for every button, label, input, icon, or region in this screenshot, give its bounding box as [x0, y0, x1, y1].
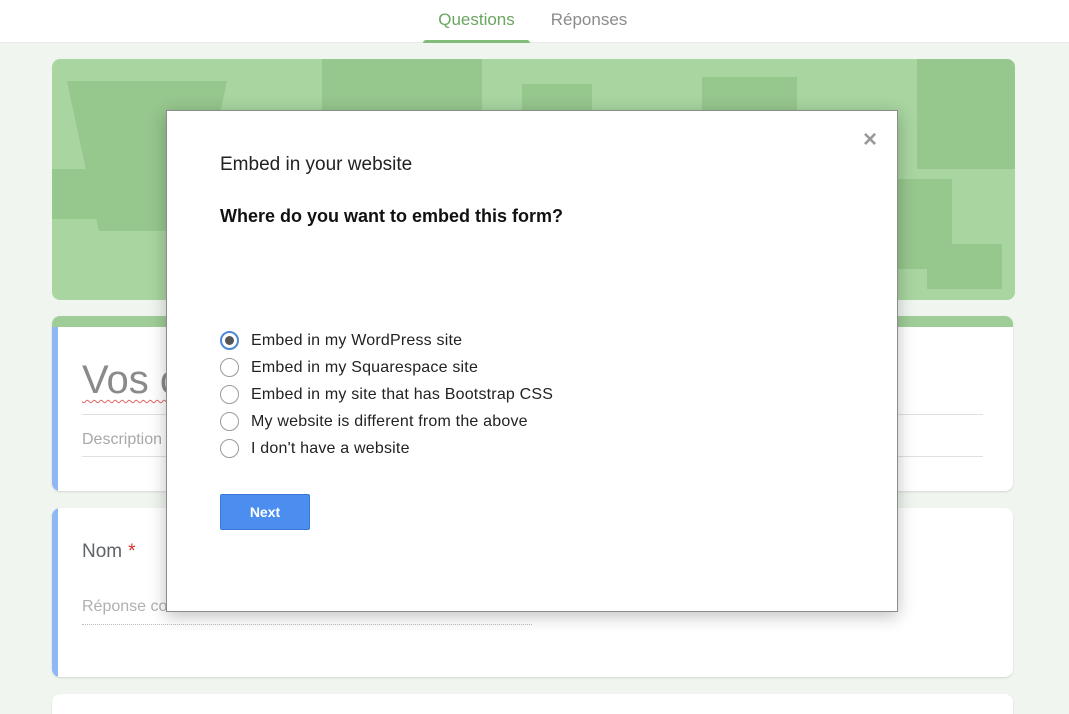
card-focus-stripe	[52, 327, 58, 491]
close-icon[interactable]: ×	[859, 128, 881, 152]
option-label: Embed in my site that has Bootstrap CSS	[251, 385, 554, 403]
option-bootstrap[interactable]: Embed in my site that has Bootstrap CSS	[220, 381, 553, 408]
radio-button[interactable]	[220, 358, 239, 377]
form-description-field[interactable]: Description	[82, 431, 162, 449]
radio-button[interactable]	[220, 439, 239, 458]
question-label-text: Nom	[82, 541, 123, 562]
option-wordpress[interactable]: Embed in my WordPress site	[220, 327, 553, 354]
dialog-title: Embed in your website	[220, 154, 413, 175]
banner-decoration	[52, 169, 132, 219]
question-label: Nom *	[82, 541, 136, 563]
option-label: Embed in my WordPress site	[251, 331, 463, 349]
option-no-website[interactable]: I don't have a website	[220, 435, 553, 462]
next-button[interactable]: Next	[220, 494, 310, 530]
option-squarespace[interactable]: Embed in my Squarespace site	[220, 354, 553, 381]
short-answer-underline	[82, 624, 532, 625]
embed-options: Embed in my WordPress site Embed in my S…	[220, 327, 553, 462]
banner-decoration	[917, 59, 1015, 169]
tab-responses[interactable]: Réponses	[540, 0, 638, 43]
card-focus-stripe	[52, 508, 58, 677]
option-label: Embed in my Squarespace site	[251, 358, 479, 376]
radio-button[interactable]	[220, 412, 239, 431]
dialog-question: Where do you want to embed this form?	[220, 206, 564, 226]
tab-questions[interactable]: Questions	[423, 0, 530, 43]
option-label: My website is different from the above	[251, 412, 528, 430]
banner-decoration	[927, 244, 1002, 289]
radio-button[interactable]	[220, 385, 239, 404]
required-asterisk: *	[128, 541, 136, 562]
next-question-card[interactable]	[52, 694, 1013, 714]
radio-button-selected[interactable]	[220, 331, 239, 350]
option-label: I don't have a website	[251, 439, 410, 457]
top-tabs-bar: Questions Réponses	[0, 0, 1069, 43]
embed-dialog: × Embed in your website Where do you wan…	[166, 110, 898, 612]
option-other-website[interactable]: My website is different from the above	[220, 408, 553, 435]
